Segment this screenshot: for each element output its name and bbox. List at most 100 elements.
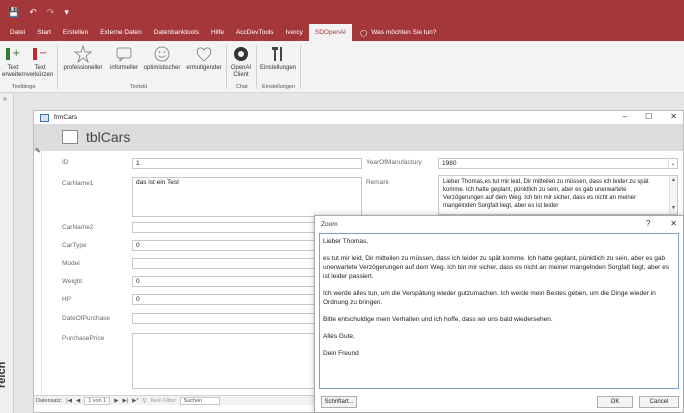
label-dateofpurchase: DateOfPurchase [62, 315, 111, 322]
label-hp: HP [62, 296, 72, 303]
lightbulb-icon: ◯ [359, 29, 368, 37]
nav-pane-label: reich [0, 361, 8, 388]
informal-button[interactable]: informeller [108, 45, 140, 72]
pencil-icon: ✎ [35, 148, 41, 155]
undo-icon[interactable]: ↶ [29, 7, 37, 18]
label-carname2: CarName2 [62, 224, 94, 231]
tab-datenbanktools[interactable]: Datenbanktools [148, 24, 205, 41]
new-record-icon[interactable]: ▶* [132, 398, 138, 404]
help-icon[interactable]: ? [646, 219, 650, 228]
form-titlebar: frmCars [34, 111, 683, 125]
filter-icon: ▽ [142, 397, 147, 404]
openai-icon [234, 47, 248, 61]
optimistic-button[interactable]: optimistischer [142, 45, 182, 72]
zoom-dialog: Zoom ? ✕ Lieber Thomas, es tut mir leid,… [314, 215, 684, 413]
encouraging-button[interactable]: ermutigender [184, 45, 224, 72]
next-record-icon[interactable]: ▶ [114, 398, 118, 404]
group-separator [300, 45, 301, 89]
label-cartype: CarType [62, 242, 87, 249]
heart-icon [196, 47, 212, 62]
scroll-down-icon[interactable]: ▼ [670, 204, 677, 212]
last-record-icon[interactable]: ▶| [122, 398, 128, 404]
minimize-icon[interactable]: – [623, 112, 627, 121]
settings-button[interactable]: Einstellungen [258, 45, 298, 72]
year-field[interactable]: 1980 ⌄ [438, 158, 678, 169]
font-button[interactable]: Schriftart... [321, 396, 357, 408]
zoom-paragraph: Bitte entschuldige mein Verhalten und ic… [323, 316, 553, 323]
record-selector[interactable] [36, 145, 42, 395]
group-textstil-label: Textstil [130, 84, 147, 90]
label-model: Model [62, 260, 80, 267]
record-navigation: Datensatz: |◀ ◀ 1 von 1 ▶ ▶| ▶* ▽ Kein F… [34, 395, 316, 405]
chevron-down-icon[interactable]: ⌄ [668, 159, 677, 168]
label-yearofmanufactury: YearOfManufactury [366, 159, 422, 166]
save-icon[interactable]: 💾 [8, 7, 19, 18]
record-position[interactable]: 1 von 1 [84, 396, 111, 405]
close-icon[interactable]: ✕ [670, 112, 677, 121]
text-shorten-button[interactable]: − Text verkürzen [26, 45, 54, 79]
zoom-textarea[interactable]: Lieber Thomas, es tut mir leid, Dir mitt… [319, 233, 679, 389]
tab-start[interactable]: Start [31, 24, 57, 41]
maximize-icon[interactable]: ☐ [645, 112, 652, 121]
tab-accdevtools[interactable]: AccDevTools [230, 24, 280, 41]
ribbon: + Text erweitern − Text verkürzen Textlä… [0, 41, 684, 93]
zoom-paragraph: Lieber Thomas, [323, 238, 369, 245]
recnav-label: Datensatz: [36, 397, 63, 404]
optimistic-label: optimistischer [143, 65, 181, 71]
table-icon [62, 130, 78, 144]
zoom-paragraph: es tut mir leid, Dir mitteilen zu müssen… [323, 255, 670, 280]
zoom-paragraph: Alles Gute, [323, 333, 355, 340]
text-extend-button[interactable]: + Text erweitern [2, 45, 27, 79]
form-header: tblCars [34, 125, 683, 151]
openai-client-button[interactable]: OpenAI Client [228, 45, 254, 79]
tell-me-text: Was möchten Sie tun? [371, 29, 437, 36]
label-remark: Remark [366, 179, 389, 186]
star-icon [74, 45, 92, 63]
label-weight: Weight [62, 278, 83, 285]
tab-datei[interactable]: Datei [4, 24, 31, 41]
form-window-controls: – ☐ ✕ [623, 112, 677, 121]
informal-label: informeller [109, 65, 138, 71]
tab-erstellen[interactable]: Erstellen [57, 24, 94, 41]
quick-access-dropdown-icon[interactable]: ▾ [64, 7, 69, 18]
label-carname1: CarName1 [62, 180, 94, 187]
text-extend-icon: + [6, 48, 20, 60]
form-window-title: frmCars [54, 114, 78, 121]
prev-record-icon[interactable]: ◀ [76, 398, 80, 404]
tab-ivercy[interactable]: Ivercy [280, 24, 309, 41]
carname1-field[interactable]: das ist ein Test [132, 177, 362, 217]
group-einstellungen-label: Einstellungen [262, 84, 296, 90]
tab-hilfe[interactable]: Hilfe [205, 24, 230, 41]
first-record-icon[interactable]: |◀ [66, 398, 72, 404]
id-field[interactable]: 1 [132, 158, 362, 169]
close-icon[interactable]: ✕ [670, 219, 677, 228]
scroll-up-icon[interactable]: ▲ [670, 176, 677, 184]
ok-button[interactable]: OK [597, 396, 633, 408]
search-input[interactable]: Suchen [179, 396, 220, 405]
zoom-paragraph: Dein Freund [323, 350, 359, 357]
tab-sdopenai[interactable]: SDOpenAI [308, 24, 352, 41]
remark-field[interactable]: Lieber Thomas,es tut mir leid, Dir mitte… [438, 175, 678, 215]
remark-scrollbar[interactable]: ▲ ▼ [669, 176, 677, 214]
redo-icon[interactable]: ↷ [47, 7, 55, 18]
settings-label: Einstellungen [259, 65, 297, 71]
zoom-window-controls: ? ✕ [646, 219, 677, 228]
text-shorten-label: Text verkürzen [26, 65, 54, 78]
label-id: ID [62, 159, 69, 166]
professional-label: professioneller [63, 65, 103, 71]
label-purchaseprice: PurchasePrice [62, 335, 105, 342]
tell-me[interactable]: ◯ Was möchten Sie tun? [352, 29, 436, 37]
svg-text:−: − [39, 48, 47, 59]
cancel-button[interactable]: Cancel [639, 396, 679, 408]
tab-externe-daten[interactable]: Externe Daten [94, 24, 148, 41]
zoom-paragraph: Ich werde alles tun, um die Verspätung w… [323, 290, 656, 306]
smiley-icon [154, 46, 170, 62]
filter-status[interactable]: Kein Filter [151, 398, 176, 404]
svg-text:+: + [12, 48, 20, 59]
group-separator [226, 45, 227, 89]
group-separator [256, 45, 257, 89]
nav-expand-icon[interactable]: » [3, 96, 7, 103]
professional-button[interactable]: professioneller [60, 45, 106, 72]
group-separator [57, 45, 58, 89]
form-icon [40, 113, 49, 122]
